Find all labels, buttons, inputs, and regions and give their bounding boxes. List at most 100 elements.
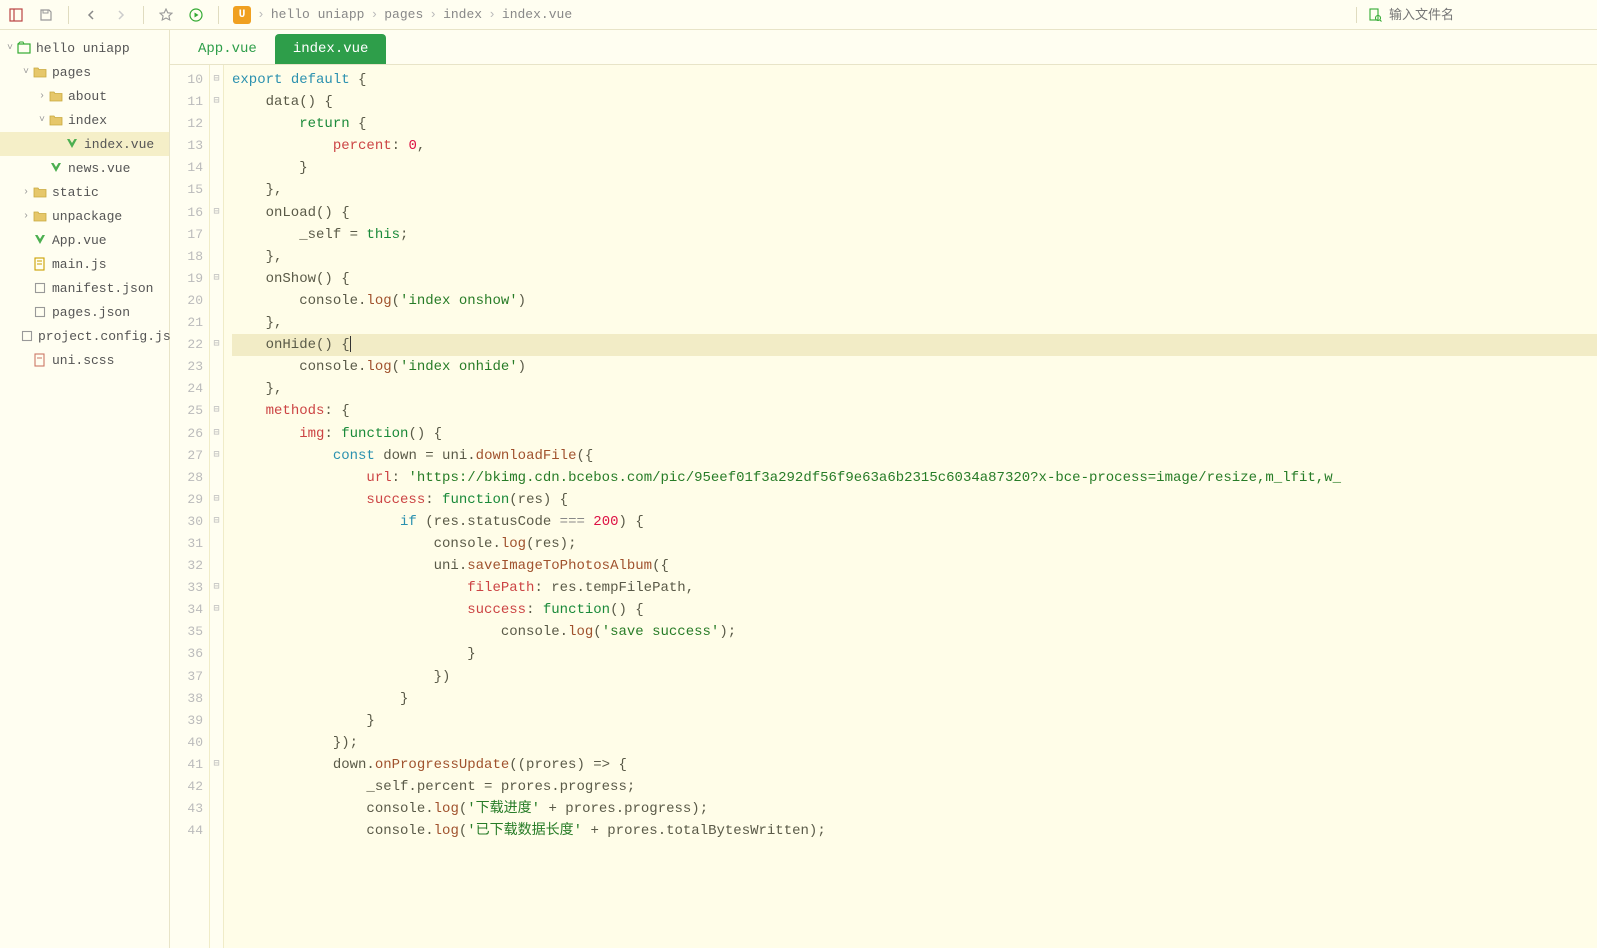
fold-marker[interactable]: ⊟ xyxy=(210,69,223,91)
code-line[interactable]: }, xyxy=(232,312,1597,334)
fold-marker[interactable]: ⊟ xyxy=(210,202,223,224)
code-line[interactable]: export default { xyxy=(232,69,1597,91)
code-line[interactable]: success: function() { xyxy=(232,599,1597,621)
tree-item-uni-scss[interactable]: uni.scss xyxy=(0,348,169,372)
tree-item-index[interactable]: ˅index xyxy=(0,108,169,132)
fold-marker[interactable]: ⊟ xyxy=(210,577,223,599)
fold-marker xyxy=(210,533,223,555)
chevron-down-icon: ˅ xyxy=(36,115,48,126)
file-explorer: ˅ hello uniapp ˅pages›about˅indexindex.v… xyxy=(0,30,170,948)
code-line[interactable]: } xyxy=(232,643,1597,665)
folder-icon xyxy=(48,88,64,104)
tree-label: uni.scss xyxy=(52,353,114,368)
fold-marker xyxy=(210,666,223,688)
code-editor[interactable]: 1011121314151617181920212223242526272829… xyxy=(170,65,1597,948)
fold-marker[interactable]: ⊟ xyxy=(210,400,223,422)
run-icon[interactable] xyxy=(188,7,204,23)
code-line[interactable]: data() { xyxy=(232,91,1597,113)
search-input[interactable] xyxy=(1389,7,1589,22)
project-root[interactable]: ˅ hello uniapp xyxy=(0,36,169,60)
code-line[interactable]: methods: { xyxy=(232,400,1597,422)
code-line[interactable]: }, xyxy=(232,246,1597,268)
fold-marker[interactable]: ⊟ xyxy=(210,91,223,113)
code-line[interactable]: onLoad() { xyxy=(232,202,1597,224)
back-icon[interactable] xyxy=(83,7,99,23)
logo-icon: U xyxy=(233,6,251,24)
code-line[interactable]: console.log('index onhide') xyxy=(232,356,1597,378)
code-line[interactable]: if (res.statusCode === 200) { xyxy=(232,511,1597,533)
code-line[interactable]: img: function() { xyxy=(232,423,1597,445)
code-line[interactable]: } xyxy=(232,710,1597,732)
breadcrumb-part[interactable]: hello uniapp xyxy=(271,7,365,22)
code-content[interactable]: export default { data() { return { perce… xyxy=(224,65,1597,948)
tree-item-pages-json[interactable]: pages.json xyxy=(0,300,169,324)
chevron-right-icon: › xyxy=(36,91,48,102)
fold-marker[interactable]: ⊟ xyxy=(210,268,223,290)
file-search-icon[interactable] xyxy=(1367,7,1383,23)
code-line[interactable]: _self.percent = prores.progress; xyxy=(232,776,1597,798)
tree-item-about[interactable]: ›about xyxy=(0,84,169,108)
star-icon[interactable] xyxy=(158,7,174,23)
code-line[interactable]: onShow() { xyxy=(232,268,1597,290)
code-line[interactable]: console.log('下载进度' + prores.progress); xyxy=(232,798,1597,820)
code-line[interactable]: } xyxy=(232,157,1597,179)
line-number: 14 xyxy=(170,157,203,179)
tree-item-unpackage[interactable]: ›unpackage xyxy=(0,204,169,228)
code-line[interactable]: down.onProgressUpdate((prores) => { xyxy=(232,754,1597,776)
code-line[interactable]: }, xyxy=(232,378,1597,400)
forward-icon[interactable] xyxy=(113,7,129,23)
code-line[interactable]: _self = this; xyxy=(232,224,1597,246)
fold-marker[interactable]: ⊟ xyxy=(210,445,223,467)
breadcrumb-part[interactable]: index.vue xyxy=(502,7,572,22)
code-line[interactable]: return { xyxy=(232,113,1597,135)
tree-item-project-config-json[interactable]: project.config.json xyxy=(0,324,169,348)
save-icon[interactable] xyxy=(38,7,54,23)
code-line[interactable]: uni.saveImageToPhotosAlbum({ xyxy=(232,555,1597,577)
code-line[interactable]: console.log('已下载数据长度' + prores.totalByte… xyxy=(232,820,1597,842)
code-line[interactable]: console.log('save success'); xyxy=(232,621,1597,643)
code-line[interactable]: }, xyxy=(232,179,1597,201)
tab-index-vue[interactable]: index.vue xyxy=(275,34,387,64)
code-line[interactable]: console.log(res); xyxy=(232,533,1597,555)
separator xyxy=(218,6,219,24)
fold-marker[interactable]: ⊟ xyxy=(210,423,223,445)
fold-marker[interactable]: ⊟ xyxy=(210,489,223,511)
tree-item-main-js[interactable]: main.js xyxy=(0,252,169,276)
fold-marker xyxy=(210,820,223,842)
fold-marker[interactable]: ⊟ xyxy=(210,334,223,356)
code-line[interactable]: } xyxy=(232,688,1597,710)
tree-item-news-vue[interactable]: news.vue xyxy=(0,156,169,180)
line-number: 35 xyxy=(170,621,203,643)
tree-item-App-vue[interactable]: App.vue xyxy=(0,228,169,252)
code-line[interactable]: url: 'https://bkimg.cdn.bcebos.com/pic/9… xyxy=(232,467,1597,489)
tree-item-static[interactable]: ›static xyxy=(0,180,169,204)
tree-label: hello uniapp xyxy=(36,41,130,56)
panel-icon[interactable] xyxy=(8,7,24,23)
code-line[interactable]: }); xyxy=(232,732,1597,754)
code-line[interactable]: const down = uni.downloadFile({ xyxy=(232,445,1597,467)
code-line[interactable]: percent: 0, xyxy=(232,135,1597,157)
folder-icon xyxy=(32,208,48,224)
code-line[interactable]: }) xyxy=(232,666,1597,688)
fold-marker xyxy=(210,179,223,201)
breadcrumb-part[interactable]: pages xyxy=(384,7,423,22)
tree-item-index-vue[interactable]: index.vue xyxy=(0,132,169,156)
tree-label: static xyxy=(52,185,99,200)
fold-marker xyxy=(210,246,223,268)
tree-item-manifest-json[interactable]: manifest.json xyxy=(0,276,169,300)
fold-marker[interactable]: ⊟ xyxy=(210,599,223,621)
line-number: 28 xyxy=(170,467,203,489)
fold-marker[interactable]: ⊟ xyxy=(210,754,223,776)
tab-app-vue[interactable]: App.vue xyxy=(180,34,275,64)
code-line[interactable]: onHide() { xyxy=(232,334,1597,356)
line-number: 40 xyxy=(170,732,203,754)
code-line[interactable]: filePath: res.tempFilePath, xyxy=(232,577,1597,599)
code-line[interactable]: success: function(res) { xyxy=(232,489,1597,511)
tree-item-pages[interactable]: ˅pages xyxy=(0,60,169,84)
line-number: 20 xyxy=(170,290,203,312)
tree-label: manifest.json xyxy=(52,281,153,296)
fold-marker[interactable]: ⊟ xyxy=(210,511,223,533)
code-line[interactable]: console.log('index onshow') xyxy=(232,290,1597,312)
breadcrumb-part[interactable]: index xyxy=(443,7,482,22)
line-number: 26 xyxy=(170,423,203,445)
